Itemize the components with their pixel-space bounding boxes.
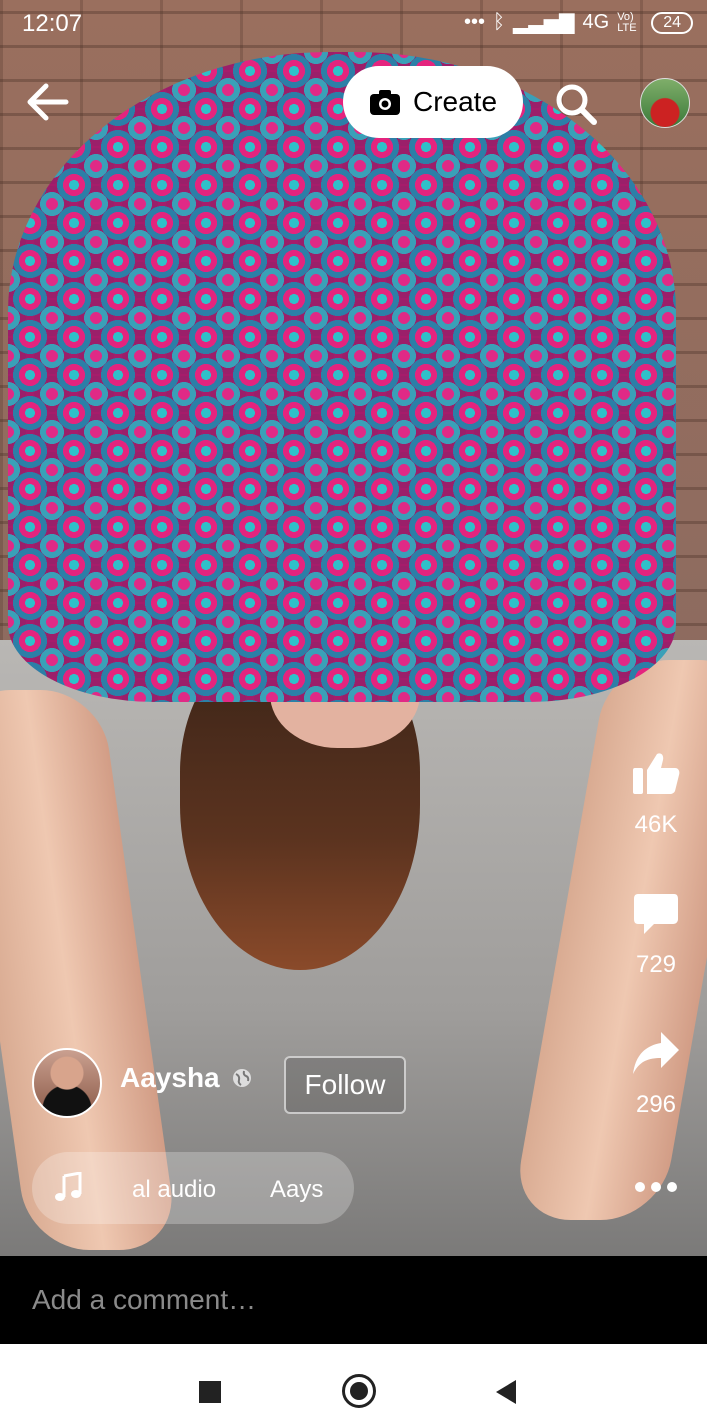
share-count: 296	[635, 1091, 677, 1118]
battery-indicator: 24	[651, 11, 693, 34]
music-note-icon	[55, 1172, 82, 1201]
home-button[interactable]	[342, 1374, 376, 1408]
globe-icon	[233, 1069, 251, 1087]
bluetooth-icon: ᛒ	[492, 11, 505, 33]
volte-badge: Vo) LTE	[617, 10, 637, 34]
status-bar: 12:07 ••• ᛒ ▂▃▅▇ 4G Vo) LTE 24	[0, 0, 707, 50]
like-count: 46K	[634, 811, 678, 838]
more-dots-icon[interactable]	[634, 1180, 678, 1194]
comment-bubble-icon[interactable]	[632, 890, 680, 938]
system-nav-bar	[0, 1344, 707, 1425]
author-name[interactable]: Aaysha	[120, 1062, 220, 1094]
video-figure-skirt	[8, 52, 676, 702]
network-type: 4G	[582, 11, 610, 33]
more-options[interactable]	[620, 1180, 692, 1204]
recents-button[interactable]	[199, 1381, 221, 1403]
like-action[interactable]: 46K	[620, 748, 692, 839]
profile-avatar[interactable]	[640, 78, 690, 128]
follow-button[interactable]: Follow	[284, 1056, 406, 1114]
camera-icon	[369, 90, 400, 115]
create-label: Create	[412, 86, 498, 117]
audio-pill[interactable]: al audio Aays	[32, 1152, 354, 1224]
back-arrow-icon[interactable]	[22, 76, 74, 128]
signal-bars-icon: ▂▃▅▇	[512, 12, 575, 34]
status-icons: ••• ᛒ ▂▃▅▇ 4G Vo) LTE 24	[464, 10, 693, 35]
create-button[interactable]: Create	[343, 66, 523, 138]
comment-input-placeholder[interactable]: Add a comment…	[32, 1284, 256, 1316]
thumbs-up-icon[interactable]	[631, 748, 681, 798]
more-dots-status-icon: •••	[463, 11, 485, 33]
audio-title: al audio	[132, 1176, 217, 1203]
status-time: 12:07	[22, 10, 83, 37]
comment-bar[interactable]: Add a comment…	[0, 1256, 707, 1344]
back-button[interactable]	[496, 1380, 516, 1404]
share-arrow-icon[interactable]	[631, 1030, 681, 1078]
search-icon[interactable]	[552, 80, 600, 128]
author-row: Aaysha Follow	[32, 1048, 452, 1120]
comment-action[interactable]: 729	[620, 890, 692, 979]
share-action[interactable]: 296	[620, 1030, 692, 1119]
top-bar: Create	[0, 66, 707, 138]
comment-count: 729	[635, 951, 677, 978]
audio-artist: Aays	[270, 1176, 324, 1203]
author-avatar[interactable]	[32, 1048, 102, 1118]
